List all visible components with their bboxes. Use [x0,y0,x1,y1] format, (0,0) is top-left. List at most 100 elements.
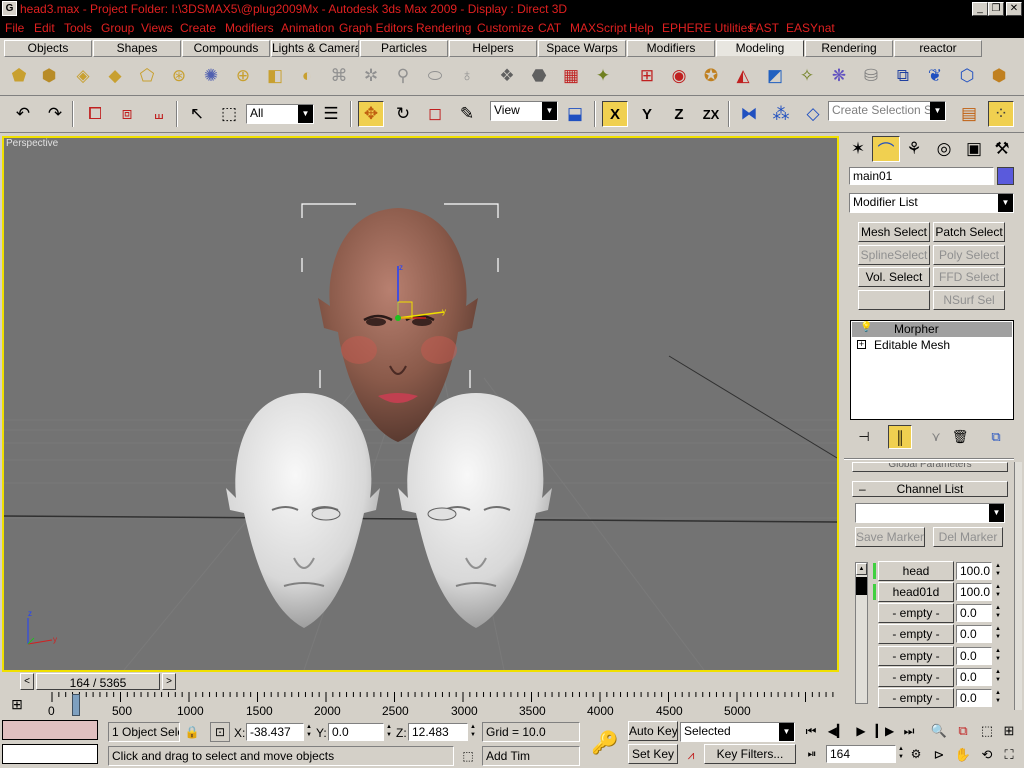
global-parameters-rollout[interactable]: Global Parameters [852,462,1008,472]
cap-holes-icon[interactable]: ◩ [762,63,788,89]
channel-button-empty[interactable]: - empty - [878,688,954,708]
rectangular-selection-icon[interactable]: ⬚ [216,101,242,127]
key-filters-button[interactable]: Key Filters... [704,744,796,764]
select-by-name-icon[interactable]: ☰ [318,101,344,127]
select-and-link-icon[interactable]: ⧠ [82,101,108,127]
cylinder-icon[interactable]: ⛁ [858,63,884,89]
spherify-icon[interactable]: ⊕ [230,63,256,89]
patch-select-button[interactable]: Patch Select [933,222,1005,242]
mirror-icon[interactable]: ⧓ [736,101,762,127]
restrict-plane-button[interactable]: ZX [698,101,724,127]
optimize-icon[interactable]: ⬭ [422,63,448,89]
make-unique-icon[interactable]: ⋎ [924,425,948,449]
checker-icon[interactable]: ▦ [558,63,584,89]
object-name-field[interactable]: main01 [849,167,994,185]
channel-scrollbar[interactable]: ▲ [855,562,868,704]
configure-modifier-sets-icon[interactable]: ⧉ [984,425,1008,449]
select-and-rotate-icon[interactable]: ↻ [390,101,416,127]
poly-select-button[interactable]: Poly Select [933,245,1005,265]
menu-customize[interactable]: Customize [477,21,534,35]
channel-value-head01d[interactable]: 100.0 [956,583,992,601]
frame-spinner[interactable]: ▲ ▼ [896,745,906,763]
lattice-icon[interactable]: ⊞ [634,63,660,89]
channel-value-head[interactable]: 100.0 [956,562,992,580]
restore-button[interactable]: ❐ [988,2,1004,16]
channel-value-empty[interactable]: 0.0 [956,625,992,643]
del-marker-button[interactable]: Del Marker [933,527,1003,547]
channel-button-empty[interactable]: - empty - [878,603,954,623]
nsurf-sel-button[interactable]: NSurf Sel [933,290,1005,310]
restrict-z-button[interactable]: Z [666,101,692,127]
texture-cube-icon[interactable]: ⬢ [986,63,1012,89]
y-coordinate-field[interactable]: 0.0 [328,723,384,741]
spline-select-button[interactable]: SplineSelect [858,245,930,265]
field-of-view-icon[interactable]: ⊳ [928,744,950,766]
tab-space-warps[interactable]: Space Warps [538,40,626,57]
maxscript-listener-mini[interactable] [2,720,98,740]
z-coordinate-field[interactable]: 12.483 [408,723,468,741]
add-time-tag[interactable]: Add Tim [482,746,580,766]
close-button[interactable]: ✕ [1006,2,1022,16]
previous-frame-icon[interactable]: < [20,673,34,690]
undo-icon[interactable]: ↶ [10,101,36,127]
named-selection-dropdown[interactable]: Create Selection Set ▼ [828,101,946,121]
channel-button-empty[interactable]: - empty - [878,667,954,687]
restrict-y-button[interactable]: Y [634,101,660,127]
stack-item-morpher[interactable]: 💡 Morpher [852,322,1012,337]
channel-spinner[interactable]: ▲ ▼ [993,583,1003,601]
channel-value-empty[interactable]: 0.0 [956,604,992,622]
redo-icon[interactable]: ↷ [42,101,68,127]
channel-button-head01d[interactable]: head01d [878,582,954,602]
channel-value-empty[interactable]: 0.0 [956,647,992,665]
menu-file[interactable]: File [5,21,24,35]
menu-rendering[interactable]: Rendering [416,21,471,35]
empty-modifier-button[interactable] [858,290,930,310]
perspective-viewport[interactable]: z y z y [2,136,839,672]
expand-icon[interactable]: + [857,340,866,349]
modify-panel-icon[interactable]: ⌒ [872,136,900,162]
motion-panel-icon[interactable]: ◎ [930,136,958,162]
x-spinner[interactable]: ▲ ▼ [304,723,314,741]
wave-icon[interactable]: ◐ [294,63,320,89]
unwrap-icon[interactable]: ⬣ [526,63,552,89]
display-panel-icon[interactable]: ▣ [960,136,988,162]
zoom-extents-all-icon[interactable]: ⊞ [998,720,1020,742]
pan-icon[interactable]: ✋ [952,744,974,766]
menu-modifiers[interactable]: Modifiers [225,21,274,35]
slice-icon[interactable]: ◭ [730,63,756,89]
bend-icon[interactable]: ◆ [102,63,128,89]
scroll-thumb[interactable] [856,577,867,595]
lathe-icon[interactable]: ◈ [70,63,96,89]
show-end-result-icon[interactable]: ║ [888,425,912,449]
arc-rotate-icon[interactable]: ⟲ [976,744,998,766]
tab-reactor[interactable]: reactor [894,40,982,57]
absolute-mode-icon[interactable]: ⊡ [210,722,230,742]
marker-dropdown[interactable]: ▼ [855,503,1005,523]
menu-cat[interactable]: CAT [538,21,561,35]
menu-create[interactable]: Create [180,21,216,35]
tab-rendering[interactable]: Rendering [805,40,893,57]
time-tag-icon[interactable]: ⬚ [458,746,478,766]
panel-scrollbar[interactable] [1014,462,1022,710]
menu-tools[interactable]: Tools [64,21,92,35]
current-frame-marker[interactable] [72,694,80,716]
zoom-icon[interactable]: 🔍 [928,720,950,742]
go-to-end-icon[interactable]: ⏭ [898,720,920,742]
key-mode-dropdown[interactable]: Selected ▼ [680,722,795,742]
lock-selection-icon[interactable]: 🔒 [182,722,202,742]
menu-ephere-utilities[interactable]: EPHERE Utilities [662,21,753,35]
channel-value-empty[interactable]: 0.0 [956,668,992,686]
unlink-selection-icon[interactable]: ⧈ [114,101,140,127]
track-bar[interactable]: ⊞ 0 500 1000 1500 2000 2500 3000 3500 40… [0,692,842,718]
skew-icon[interactable]: ◧ [262,63,288,89]
relax-icon[interactable]: ✲ [358,63,384,89]
tab-particles[interactable]: Particles [360,40,448,57]
select-object-icon[interactable]: ↖ [184,101,210,127]
time-configuration-icon[interactable]: ⚙ [906,744,926,764]
taper-icon[interactable]: ⬠ [134,63,160,89]
previous-key-icon[interactable]: ◀▎ [826,720,848,742]
default-tangent-icon[interactable]: ⩘ [680,745,702,765]
tab-lights-cameras[interactable]: Lights & Cameras [271,40,359,57]
tessellate-icon[interactable]: ❋ [826,63,852,89]
channel-spinner[interactable]: ▲ ▼ [993,668,1003,686]
